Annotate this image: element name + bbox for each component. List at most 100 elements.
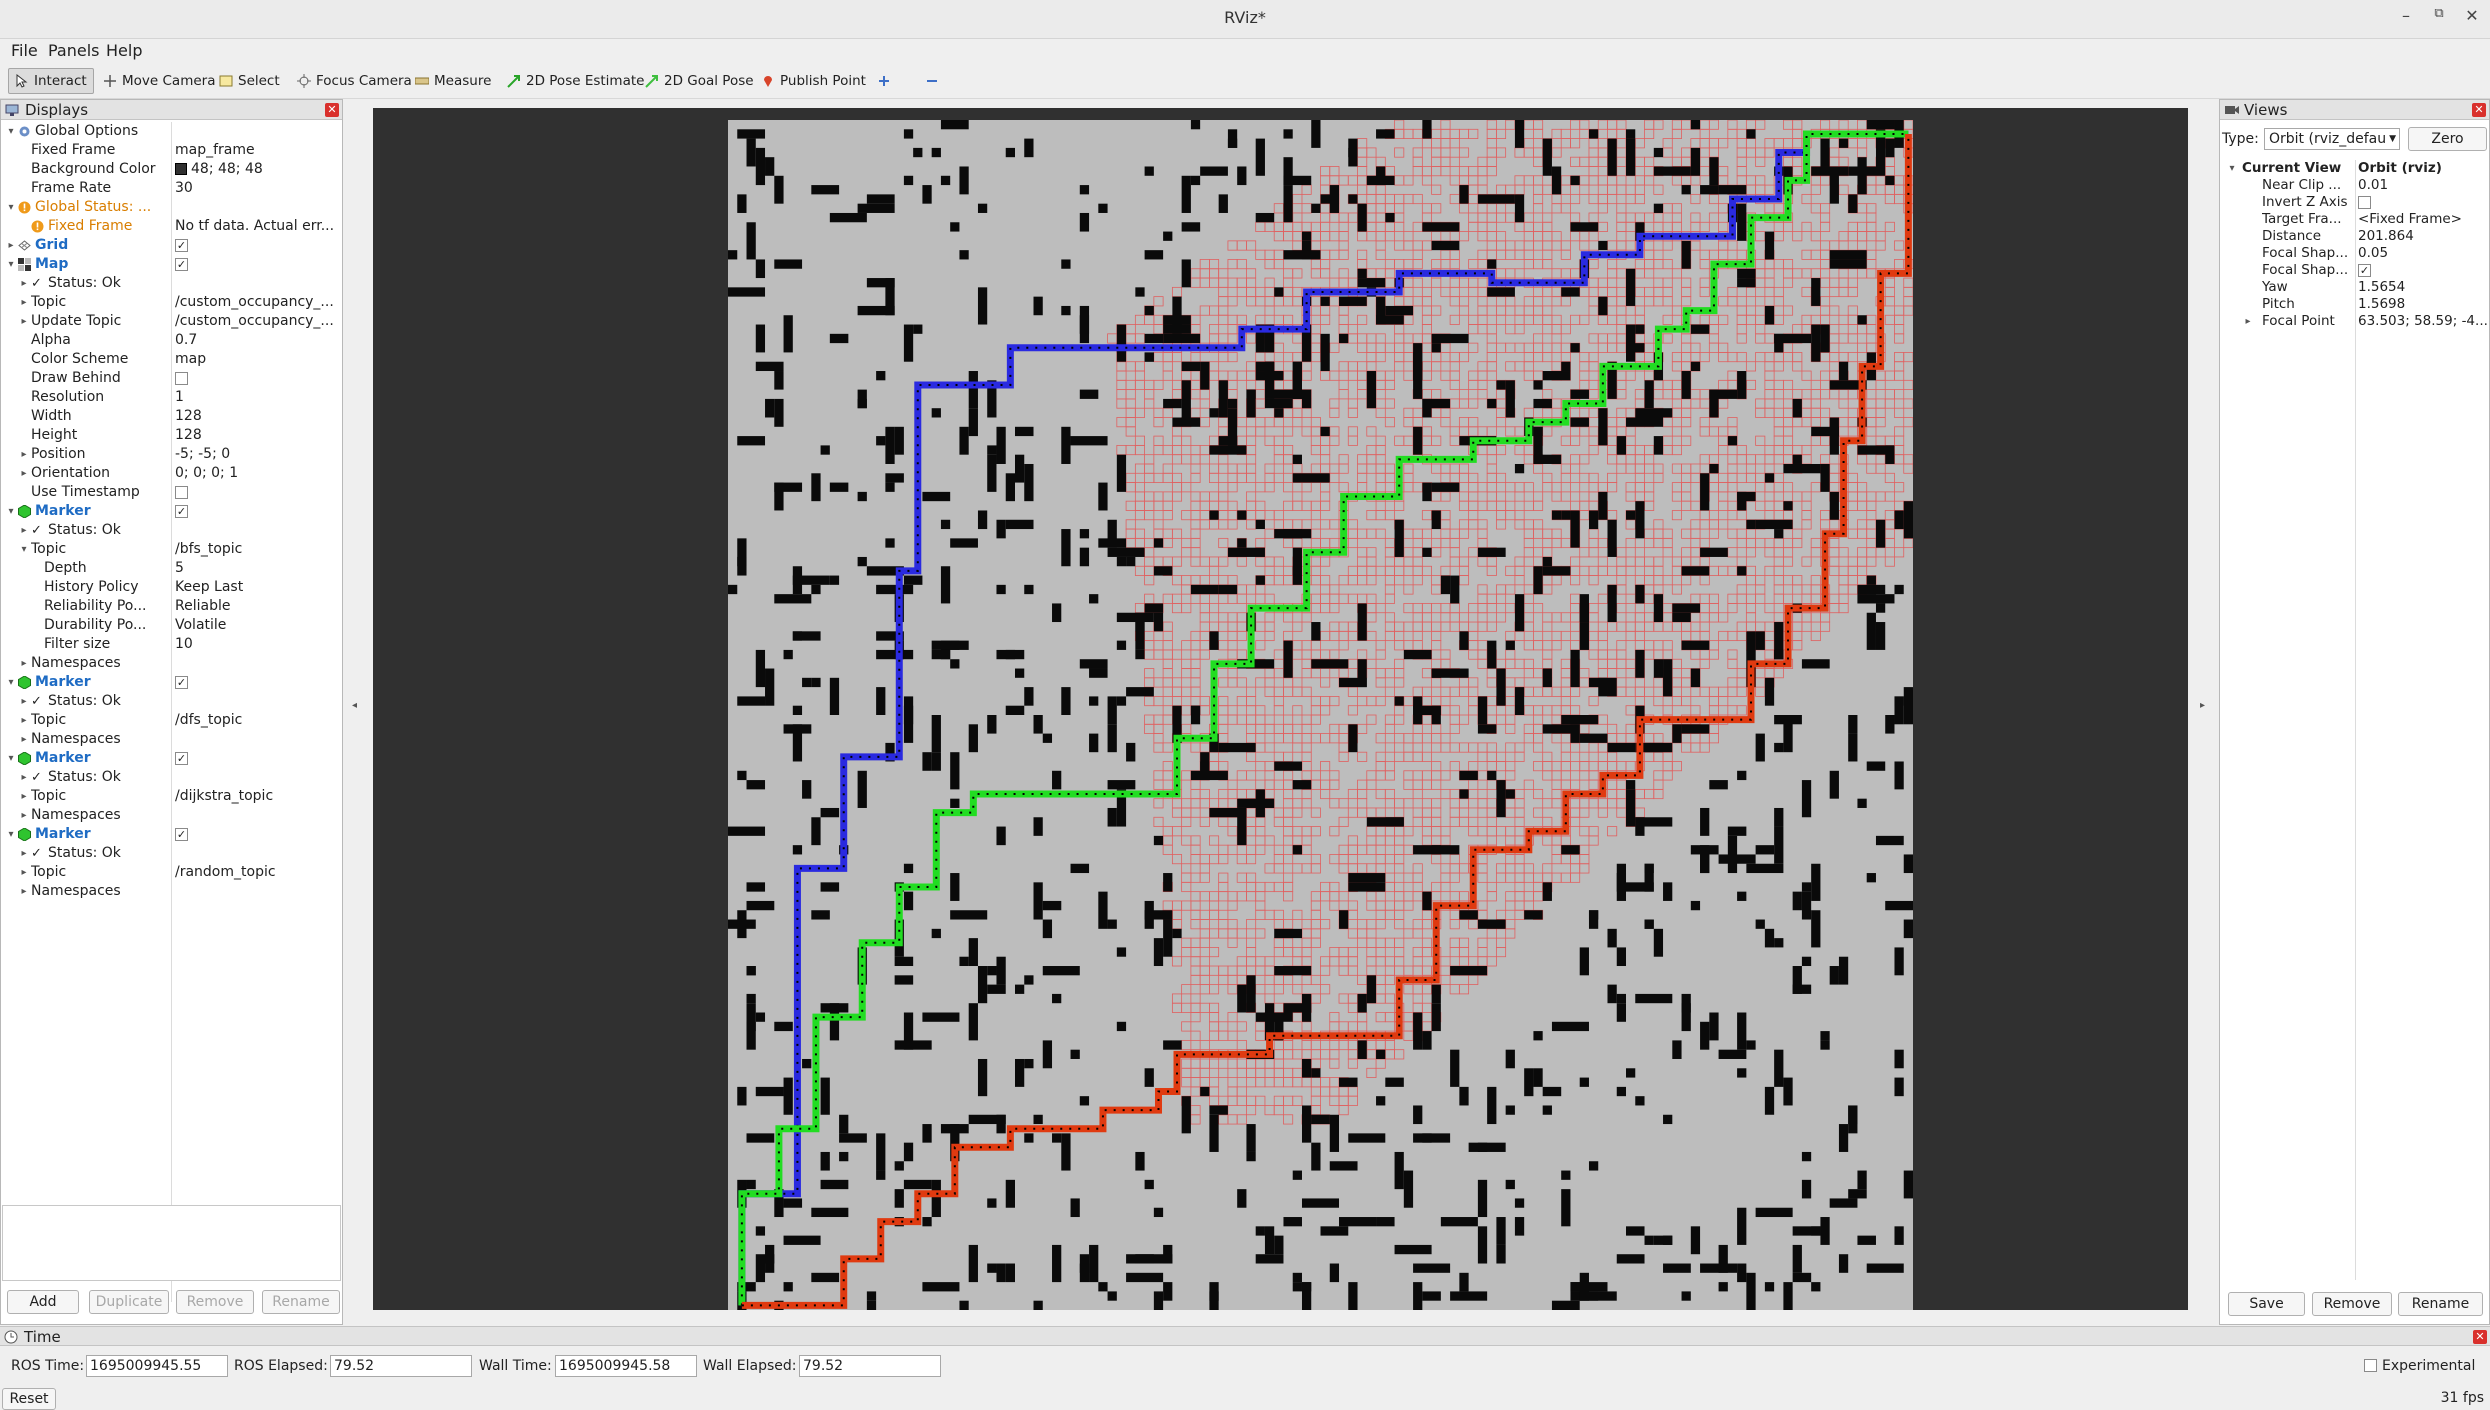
expanded-arrow-icon[interactable]: ▾: [5, 749, 17, 768]
menu-file[interactable]: File: [11, 41, 38, 60]
close-time-icon[interactable]: ✕: [2473, 1330, 2487, 1344]
views-row[interactable]: Target Fra... <Fixed Frame>: [2220, 211, 2490, 228]
rename-view-button[interactable]: Rename: [2398, 1292, 2483, 1316]
render-viewport[interactable]: [373, 108, 2188, 1310]
displays-row[interactable]: Resolution 1: [1, 388, 339, 407]
collapsed-arrow-icon[interactable]: ▸: [18, 730, 30, 749]
remove-view-button[interactable]: Remove: [2312, 1292, 2392, 1316]
restore-icon[interactable]: ⧉: [2425, 6, 2453, 21]
views-row[interactable]: Pitch 1.5698: [2220, 296, 2490, 313]
enable-checkbox[interactable]: ✓: [175, 675, 188, 689]
collapsed-arrow-icon[interactable]: ▸: [18, 806, 30, 825]
property-value[interactable]: map: [175, 350, 337, 369]
displays-row[interactable]: ▾ Global Status: ...: [1, 198, 339, 217]
view-property-value[interactable]: [2358, 194, 2488, 211]
view-property-value[interactable]: 0.05: [2358, 245, 2488, 262]
property-value[interactable]: ✓: [175, 825, 337, 844]
collapsed-arrow-icon[interactable]: ▸: [18, 274, 30, 293]
expanded-arrow-icon[interactable]: ▾: [5, 122, 17, 141]
collapsed-arrow-icon[interactable]: ▸: [18, 768, 30, 787]
expanded-arrow-icon[interactable]: ▾: [5, 673, 17, 692]
displays-row[interactable]: ▸ ✓ Status: Ok: [1, 844, 339, 863]
displays-row[interactable]: Width 128: [1, 407, 339, 426]
collapsed-arrow-icon[interactable]: ▸: [18, 654, 30, 673]
property-value[interactable]: ✓: [175, 502, 337, 521]
collapsed-arrow-icon[interactable]: ▸: [18, 445, 30, 464]
property-value[interactable]: Volatile: [175, 616, 337, 635]
displays-row[interactable]: ▾ Marker ✓: [1, 749, 339, 768]
measure-tool[interactable]: Measure: [408, 68, 498, 94]
property-value[interactable]: map_frame: [175, 141, 337, 160]
displays-row[interactable]: ▸ Topic/dfs_topic: [1, 711, 339, 730]
menu-help[interactable]: Help: [106, 41, 142, 60]
property-value[interactable]: ✓: [175, 749, 337, 768]
views-row[interactable]: Yaw 1.5654: [2220, 279, 2490, 296]
property-value[interactable]: 0.7: [175, 331, 337, 350]
zero-button[interactable]: Zero: [2408, 127, 2487, 151]
collapsed-arrow-icon[interactable]: ▸: [18, 521, 30, 540]
wall-time-field[interactable]: 1695009945.58: [555, 1355, 697, 1377]
views-row[interactable]: ▸ Focal Point 63.503; 58.59; -4...: [2220, 313, 2490, 330]
displays-row[interactable]: Durability Po... Volatile: [1, 616, 339, 635]
pose-estimate-tool[interactable]: 2D Pose Estimate: [500, 68, 651, 94]
minimize-icon[interactable]: –: [2392, 6, 2420, 25]
collapse-right-icon[interactable]: ▸: [2200, 700, 2205, 711]
collapsed-arrow-icon[interactable]: ▸: [18, 844, 30, 863]
property-value[interactable]: [175, 483, 337, 502]
property-value[interactable]: ✓: [175, 673, 337, 692]
enable-checkbox[interactable]: [175, 371, 188, 385]
displays-row[interactable]: ▸ Topic/dijkstra_topic: [1, 787, 339, 806]
displays-row[interactable]: ▸ Topic/random_topic: [1, 863, 339, 882]
remove-display-button[interactable]: Remove: [176, 1290, 254, 1314]
expanded-arrow-icon[interactable]: ▾: [5, 502, 17, 521]
collapsed-arrow-icon[interactable]: ▸: [18, 464, 30, 483]
goal-pose-tool[interactable]: 2D Goal Pose: [638, 68, 761, 94]
reset-button[interactable]: Reset: [2, 1388, 56, 1410]
collapse-left-icon[interactable]: ◂: [352, 700, 357, 711]
collapsed-arrow-icon[interactable]: ▸: [18, 293, 30, 312]
focus-camera-tool[interactable]: Focus Camera: [290, 68, 419, 94]
wall-elapsed-field[interactable]: 79.52: [799, 1355, 941, 1377]
displays-row[interactable]: ▸ Topic/custom_occupancy_...: [1, 293, 339, 312]
expanded-arrow-icon[interactable]: ▾: [5, 198, 17, 217]
remove-tool-button[interactable]: [918, 68, 946, 94]
view-property-value[interactable]: 63.503; 58.59; -4...: [2358, 313, 2488, 330]
displays-row[interactable]: ▸ ✓ Status: Ok: [1, 768, 339, 787]
displays-row[interactable]: ▸ Orientation 0; 0; 0; 1: [1, 464, 339, 483]
property-value[interactable]: 1: [175, 388, 337, 407]
displays-row[interactable]: ▾ Marker ✓: [1, 502, 339, 521]
displays-row[interactable]: ▾ Marker ✓: [1, 673, 339, 692]
move-camera-tool[interactable]: Move Camera: [96, 68, 222, 94]
expanded-arrow-icon[interactable]: ▾: [5, 825, 17, 844]
select-tool[interactable]: Select: [212, 68, 287, 94]
property-value[interactable]: Reliable: [175, 597, 337, 616]
save-view-button[interactable]: Save: [2228, 1292, 2305, 1316]
ros-time-field[interactable]: 1695009945.55: [86, 1355, 228, 1377]
expanded-arrow-icon[interactable]: ▾: [5, 255, 17, 274]
displays-row[interactable]: Depth 5: [1, 559, 339, 578]
collapsed-arrow-icon[interactable]: ▸: [18, 882, 30, 901]
displays-row[interactable]: Alpha 0.7: [1, 331, 339, 350]
property-value[interactable]: ✓: [175, 236, 337, 255]
views-row[interactable]: Distance 201.864: [2220, 228, 2490, 245]
view-type-select[interactable]: Orbit (rviz_defau ▼: [2264, 128, 2400, 150]
property-value[interactable]: /bfs_topic: [175, 540, 337, 559]
view-property-value[interactable]: Orbit (rviz): [2358, 160, 2488, 177]
menu-panels[interactable]: Panels: [48, 41, 100, 60]
displays-row[interactable]: Fixed Frame No tf data. Actual err...: [1, 217, 339, 236]
enable-checkbox[interactable]: ✓: [175, 827, 188, 841]
close-displays-icon[interactable]: ✕: [325, 103, 339, 117]
property-value[interactable]: No tf data. Actual err...: [175, 217, 337, 236]
views-row[interactable]: Focal Shap... ✓: [2220, 262, 2490, 279]
displays-row[interactable]: ▸ Namespaces: [1, 730, 339, 749]
collapsed-arrow-icon[interactable]: ▸: [18, 787, 30, 806]
duplicate-display-button[interactable]: Duplicate: [89, 1290, 169, 1314]
displays-row[interactable]: Reliability Po... Reliable: [1, 597, 339, 616]
collapsed-arrow-icon[interactable]: ▸: [18, 711, 30, 730]
property-value[interactable]: 48; 48; 48: [175, 160, 337, 179]
views-row[interactable]: Focal Shap... 0.05: [2220, 245, 2490, 262]
property-value[interactable]: /dfs_topic: [175, 711, 337, 730]
property-value[interactable]: /dijkstra_topic: [175, 787, 337, 806]
displays-row[interactable]: Background Color 48; 48; 48: [1, 160, 339, 179]
view-checkbox[interactable]: ✓: [2358, 263, 2371, 277]
